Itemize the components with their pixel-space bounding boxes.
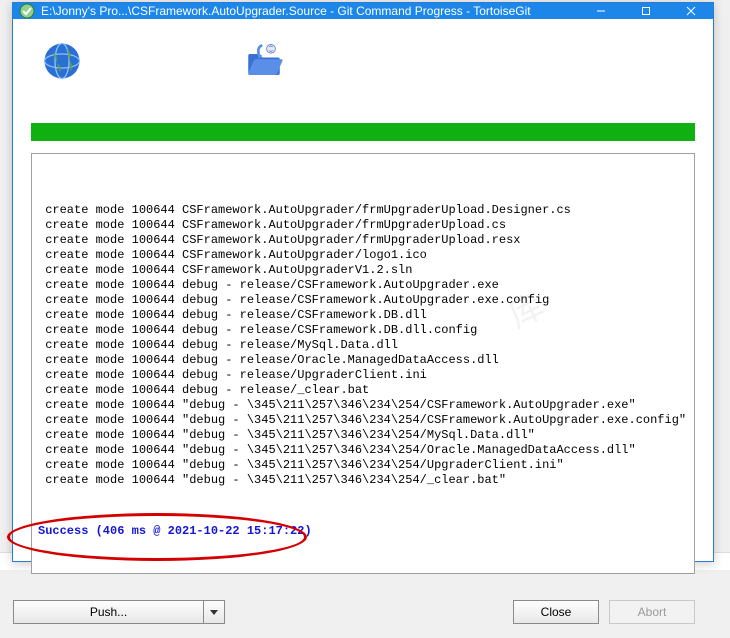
log-line: create mode 100644 CSFramework.AutoUpgra… [38, 248, 688, 263]
log-line: create mode 100644 CSFramework.AutoUpgra… [38, 233, 688, 248]
log-line: create mode 100644 "debug - \345\211\257… [38, 473, 688, 488]
log-line: create mode 100644 "debug - \345\211\257… [38, 458, 688, 473]
log-line: create mode 100644 "debug - \345\211\257… [38, 398, 688, 413]
log-line: create mode 100644 debug - release/CSFra… [38, 278, 688, 293]
minimize-button[interactable] [578, 3, 623, 19]
log-line: create mode 100644 "debug - \345\211\257… [38, 428, 688, 443]
log-line: create mode 100644 debug - release/MySql… [38, 338, 688, 353]
log-line: create mode 100644 "debug - \345\211\257… [38, 413, 688, 428]
log-line: create mode 100644 debug - release/_clea… [38, 383, 688, 398]
close-window-button[interactable] [668, 3, 713, 19]
close-button[interactable]: Close [513, 600, 599, 624]
chevron-down-icon [210, 608, 218, 616]
log-line: create mode 100644 CSFramework.AutoUpgra… [38, 203, 688, 218]
window-title: E:\Jonny's Pro...\CSFramework.AutoUpgrad… [41, 4, 578, 18]
globe-icon [41, 40, 83, 87]
log-line: create mode 100644 debug - release/CSFra… [38, 308, 688, 323]
log-line: create mode 100644 debug - release/Upgra… [38, 368, 688, 383]
progress-bar [31, 123, 695, 141]
maximize-button[interactable] [623, 3, 668, 19]
dialog-content: 库 create mode 100644 CSFramework.AutoUpg… [13, 19, 713, 588]
log-output[interactable]: 库 create mode 100644 CSFramework.AutoUpg… [31, 153, 695, 574]
titlebar: E:\Jonny's Pro...\CSFramework.AutoUpgrad… [13, 3, 713, 19]
log-line: create mode 100644 debug - release/CSFra… [38, 323, 688, 338]
dialog-window: E:\Jonny's Pro...\CSFramework.AutoUpgrad… [12, 2, 714, 562]
log-line: create mode 100644 debug - release/Oracl… [38, 353, 688, 368]
abort-button: Abort [609, 600, 695, 624]
log-line: create mode 100644 CSFramework.AutoUpgra… [38, 263, 688, 278]
log-line: create mode 100644 debug - release/CSFra… [38, 293, 688, 308]
header-icons [31, 33, 695, 93]
success-message: Success (406 ms @ 2021-10-22 15:17:22) [38, 524, 688, 539]
app-icon [19, 3, 35, 19]
push-button[interactable]: Push... [13, 600, 203, 624]
push-split-button: Push... [13, 600, 225, 624]
button-bar: Push... Close Abort [13, 588, 713, 638]
push-dropdown-button[interactable] [203, 600, 225, 624]
log-line: create mode 100644 "debug - \345\211\257… [38, 443, 688, 458]
folder-arrow-icon [243, 40, 285, 87]
log-line: create mode 100644 CSFramework.AutoUpgra… [38, 218, 688, 233]
